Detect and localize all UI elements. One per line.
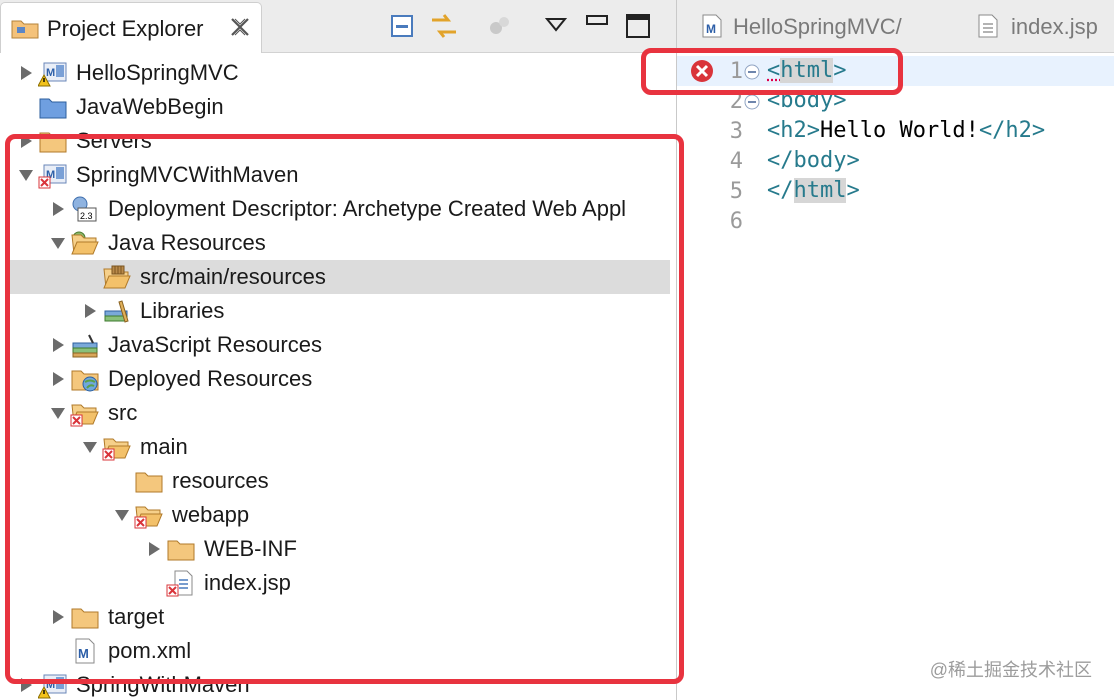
html-tag-token: </h2> [978, 118, 1046, 143]
code-line: 5 </html> [677, 176, 1114, 206]
close-icon[interactable] [229, 16, 251, 38]
code-editor[interactable]: 1 <html> 2 <body> 3 <h2>Hello World!</h2> 4 </b… [677, 56, 1114, 700]
editor-panel: M HelloSpringMVC/ index.jsp 1 <html> 2 <bod… [677, 0, 1114, 700]
fold-toggle-icon[interactable] [743, 93, 761, 111]
line-number: 5 [729, 179, 743, 204]
html-tag-token: > [846, 178, 860, 203]
svg-text:M: M [706, 22, 716, 36]
code-line: 6 [677, 206, 1114, 236]
minimize-icon[interactable] [582, 10, 614, 42]
tree-item[interactable]: JavaWebBegin [0, 90, 676, 124]
focus-icon[interactable] [484, 10, 516, 42]
collapsed-arrow-icon[interactable] [18, 65, 34, 81]
maven-project-warning-icon: M [38, 62, 67, 87]
tree-item-label: JavaWebBegin [76, 94, 224, 119]
html-tag-token: <h2> [767, 118, 820, 143]
explorer-tab-title: Project Explorer [47, 16, 204, 41]
tree-item[interactable]: M HelloSpringMVC [0, 56, 676, 90]
line-number: 4 [729, 149, 743, 174]
project-folder-icon [39, 98, 67, 119]
editor-tab-pom[interactable]: M HelloSpringMVC/ [697, 0, 927, 52]
line-number: 6 [729, 209, 743, 234]
jsp-file-icon [978, 14, 998, 38]
view-menu-icon[interactable] [542, 10, 574, 42]
project-explorer-icon [11, 20, 39, 39]
explorer-header: Project Explorer [0, 0, 676, 53]
html-tag-token: html [793, 178, 847, 203]
link-with-editor-icon[interactable] [428, 10, 460, 42]
maven-pom-file-icon: M [702, 14, 722, 38]
html-tag-token: </ [767, 178, 794, 203]
annotation-box-project [5, 134, 684, 684]
text-token: Hello World! [819, 118, 979, 143]
project-explorer-tab[interactable]: Project Explorer [0, 2, 262, 53]
editor-tab-index-jsp[interactable]: index.jsp [977, 0, 1114, 52]
code-line: 4 </body> [677, 146, 1114, 176]
collapse-all-icon[interactable] [386, 10, 418, 42]
svg-text:M: M [46, 67, 55, 79]
code-line: 3 <h2>Hello World!</h2> [677, 116, 1114, 146]
maximize-icon[interactable] [622, 10, 654, 42]
line-number: 3 [729, 119, 743, 144]
tree-item-label: HelloSpringMVC [76, 60, 239, 85]
annotation-box-html-error [641, 48, 903, 95]
watermark: @稀土掘金技术社区 [929, 660, 1092, 680]
editor-tab-bar: M HelloSpringMVC/ index.jsp [677, 0, 1114, 53]
editor-tab-index-jsp-label: index.jsp [1011, 14, 1098, 39]
html-tag-token: </body> [767, 148, 860, 173]
editor-tab-pom-label: HelloSpringMVC/ [733, 14, 902, 39]
